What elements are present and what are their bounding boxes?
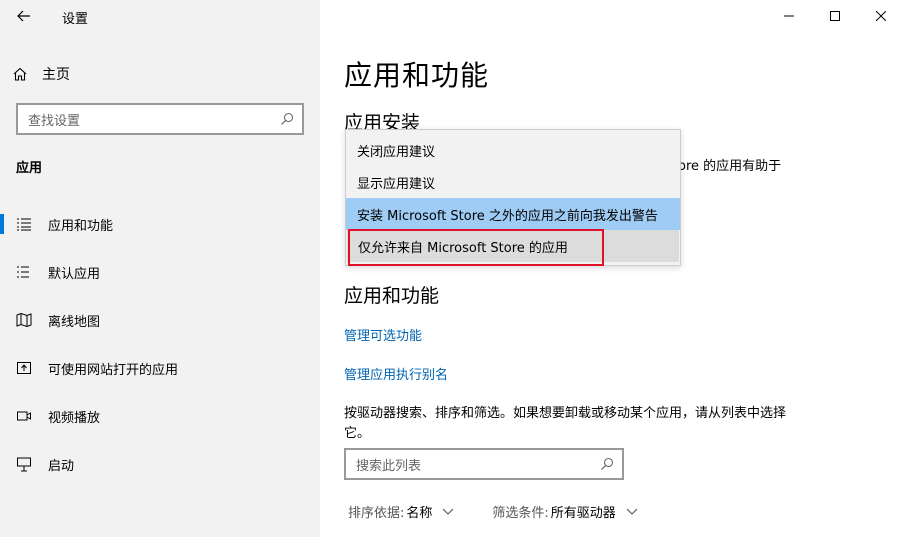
maximize-button[interactable] bbox=[812, 0, 858, 32]
manage-optional-features-link[interactable]: 管理可选功能 bbox=[344, 325, 422, 344]
sidebar-item-default-apps[interactable]: 默认应用 bbox=[0, 248, 320, 296]
search-icon[interactable] bbox=[280, 112, 294, 126]
search-icon[interactable] bbox=[600, 457, 614, 471]
sidebar-item-label: 默认应用 bbox=[48, 266, 101, 282]
sidebar-item-apps-features[interactable]: 应用和功能 bbox=[0, 200, 320, 248]
maximize-icon bbox=[830, 11, 840, 21]
window-controls bbox=[766, 0, 904, 32]
chevron-down-icon bbox=[443, 508, 454, 515]
filter-value: 所有驱动器 bbox=[550, 506, 616, 521]
app-list-search-placeholder: 搜索此列表 bbox=[356, 458, 422, 474]
list-icon bbox=[16, 264, 32, 280]
app-list-search-input[interactable]: 搜索此列表 bbox=[344, 448, 624, 480]
page-title: 应用和功能 bbox=[344, 59, 490, 92]
manage-exec-alias-link[interactable]: 管理应用执行别名 bbox=[344, 364, 448, 383]
home-icon bbox=[13, 67, 27, 81]
sort-dropdown[interactable]: 排序依据: 名称 bbox=[348, 502, 454, 521]
filter-label: 筛选条件: bbox=[492, 506, 549, 521]
sort-label: 排序依据: bbox=[348, 506, 405, 521]
back-button[interactable] bbox=[8, 2, 40, 30]
settings-search-placeholder: 查找设置 bbox=[28, 113, 81, 129]
sidebar-item-label: 启动 bbox=[48, 458, 75, 474]
dropdown-option-warn-before-install[interactable]: 安装 Microsoft Store 之外的应用之前向我发出警告 bbox=[346, 198, 680, 230]
home-label: 主页 bbox=[42, 67, 70, 83]
app-title: 设置 bbox=[62, 12, 89, 27]
features-section-title: 应用和功能 bbox=[344, 285, 440, 307]
sidebar-item-web-apps[interactable]: 可使用网站打开的应用 bbox=[0, 344, 320, 392]
sidebar-item-label: 可使用网站打开的应用 bbox=[48, 362, 179, 378]
chevron-down-icon bbox=[626, 508, 638, 515]
minimize-button[interactable] bbox=[766, 0, 812, 32]
apps-list-description: 按驱动器搜索、排序和筛选。如果想要卸载或移动某个应用，请从列表中选择它。 bbox=[344, 406, 787, 441]
sidebar-item-label: 应用和功能 bbox=[48, 218, 114, 234]
close-button[interactable] bbox=[858, 0, 904, 32]
sidebar-item-offline-maps[interactable]: 离线地图 bbox=[0, 296, 320, 344]
sidebar-item-video-playback[interactable]: 视频播放 bbox=[0, 392, 320, 440]
settings-sidebar: 设置 主页 查找设置 应用 应用和功能 默认应用 离线地图 可使用网站打开的应用… bbox=[0, 0, 320, 537]
content-pane: 应用和功能 应用安装 ore 的应用有助于 应用和功能 管理可选功能 管理应用执… bbox=[320, 0, 904, 537]
annotation-highlight-box bbox=[348, 229, 604, 266]
dropdown-option-turn-off-suggestions[interactable]: 关闭应用建议 bbox=[346, 134, 680, 166]
minimize-icon bbox=[784, 15, 794, 17]
sidebar-nav: 应用和功能 默认应用 离线地图 可使用网站打开的应用 视频播放 启动 bbox=[0, 200, 320, 488]
sort-value: 名称 bbox=[406, 506, 433, 521]
settings-search-input[interactable]: 查找设置 bbox=[16, 103, 304, 135]
dropdown-option-show-suggestions[interactable]: 显示应用建议 bbox=[346, 166, 680, 198]
sidebar-item-startup[interactable]: 启动 bbox=[0, 440, 320, 488]
back-arrow-icon bbox=[17, 10, 30, 22]
map-icon bbox=[16, 312, 32, 328]
home-nav-item[interactable]: 主页 bbox=[12, 60, 70, 88]
section-title: 应用 bbox=[16, 161, 43, 176]
close-icon bbox=[876, 11, 886, 21]
sidebar-item-label: 视频播放 bbox=[48, 410, 101, 426]
video-icon bbox=[16, 408, 32, 424]
sidebar-item-label: 离线地图 bbox=[48, 314, 101, 330]
startup-icon bbox=[16, 456, 32, 472]
web-app-icon bbox=[16, 360, 32, 376]
list-icon bbox=[16, 216, 32, 232]
list-filters: 排序依据: 名称 筛选条件: 所有驱动器 bbox=[348, 502, 676, 521]
filter-dropdown[interactable]: 筛选条件: 所有驱动器 bbox=[492, 502, 638, 521]
install-description-partial: ore 的应用有助于 bbox=[678, 159, 782, 174]
